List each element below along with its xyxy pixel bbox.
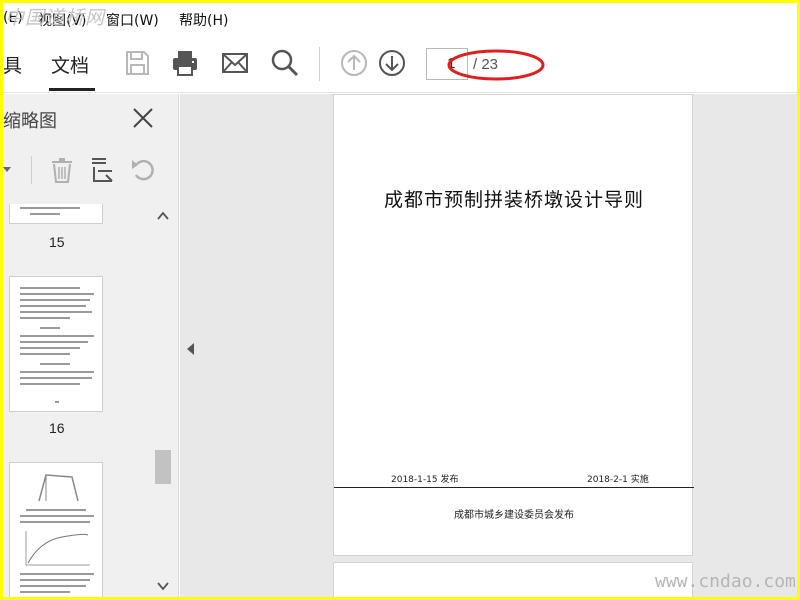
menu-window[interactable]: 窗口(W) [106,10,159,30]
sidebar-toolbar-separator [31,156,32,184]
sidebar-toolbar [3,150,179,190]
tab-document[interactable]: 文档 [51,51,89,78]
document-view[interactable]: 成都市预制拼装桥墩设计导则 2018-1-15 发布 2018-2-1 实施 成… [180,94,797,597]
thumbnail-page-16[interactable] [9,276,103,412]
tab-document-active-indicator [49,88,95,91]
scroll-down-icon[interactable] [156,580,170,592]
rotate-icon[interactable] [129,155,159,185]
thumbnail-label: 16 [49,420,65,436]
menu-help[interactable]: 帮助(H) [179,10,228,30]
issue-date: 2018-1-15 发布 [391,475,459,485]
annotation-ellipse [447,49,545,81]
extract-icon[interactable] [89,155,119,185]
thumbnail-scrollbar[interactable] [153,204,173,597]
document-page-1: 成都市预制拼装桥墩设计导则 2018-1-15 发布 2018-2-1 实施 成… [333,94,694,556]
page-down-icon[interactable] [376,47,408,79]
close-icon[interactable] [131,106,155,130]
app-window: (E) 视图(V) 窗口(W) 帮助(H) 中国道桥网 具 文档 1 / 23 … [3,3,797,597]
watermark-logo-bottom: www.cndao.com [655,571,796,592]
print-icon[interactable] [169,47,201,79]
toolbar-separator [319,47,320,81]
toolbar: 具 文档 1 / 23 [3,33,797,93]
save-icon[interactable] [121,47,153,79]
dropdown-icon[interactable] [3,164,13,174]
effective-date: 2018-2-1 实施 [587,475,649,485]
thumbnail-sidebar: 缩略图 15 16 [3,94,179,597]
thumbnail-page-15[interactable] [9,204,103,224]
email-icon[interactable] [219,47,251,79]
scrollbar-thumb[interactable] [155,450,171,484]
thumbnail-list: 15 16 [3,204,153,597]
thumbnail-page-17[interactable] [9,462,103,597]
document-publisher: 成都市城乡建设委员会发布 [454,510,574,521]
document-page-2 [333,562,693,597]
search-icon[interactable] [269,47,301,79]
delete-icon[interactable] [47,155,77,185]
scroll-up-icon[interactable] [156,210,170,222]
tab-tools[interactable]: 具 [3,51,22,78]
sidebar-title: 缩略图 [3,111,57,132]
thumbnail-label: 15 [49,234,65,250]
document-divider [334,487,694,488]
collapse-sidebar-icon[interactable] [185,342,195,356]
page-up-icon[interactable] [338,47,370,79]
document-title: 成都市预制拼装桥墩设计导则 [383,189,644,211]
watermark-logo-top: 中国道桥网 [5,7,106,29]
menu-bar: (E) 视图(V) 窗口(W) 帮助(H) [3,3,797,33]
